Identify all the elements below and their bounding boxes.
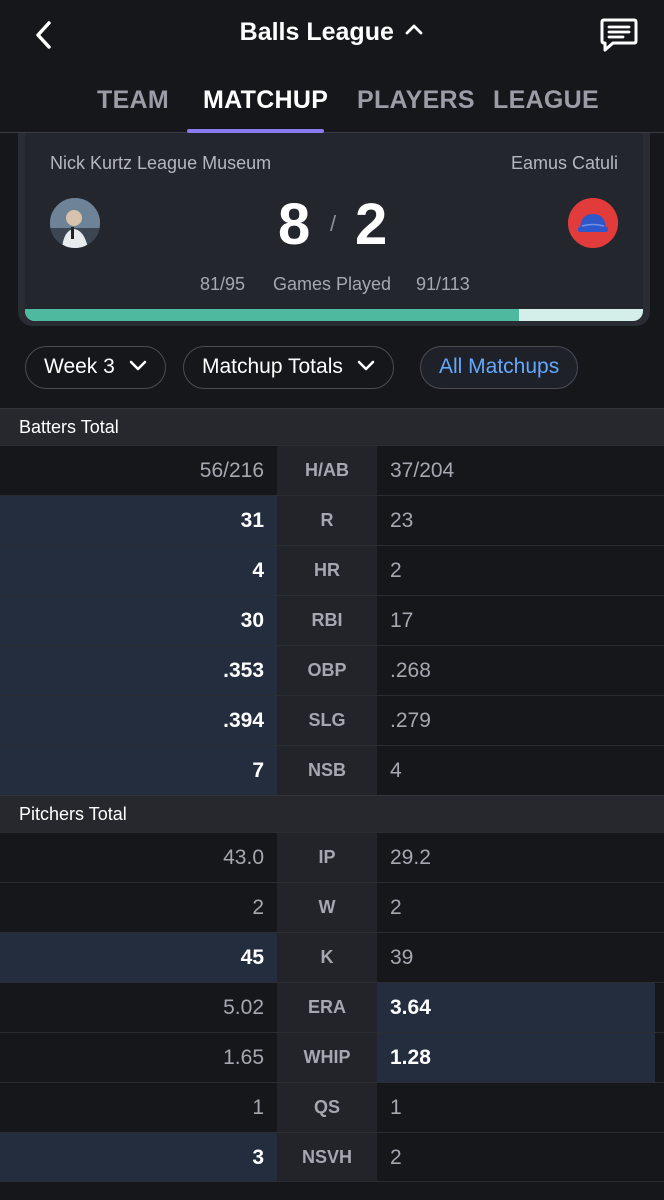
- right-stat-value: 29.2: [390, 846, 431, 869]
- chat-button[interactable]: [598, 14, 640, 56]
- stat-category-label: RBI: [277, 596, 377, 645]
- left-team-name: Nick Kurtz League Museum: [50, 153, 272, 173]
- stat-row-nsvh: 3 NSVH 2: [0, 1132, 664, 1182]
- chevron-up-icon: [405, 24, 423, 35]
- win-probability-bar: [25, 309, 643, 321]
- league-title: Balls League: [239, 18, 394, 46]
- left-stat-value: 1: [252, 1096, 264, 1119]
- left-team-avatar[interactable]: [50, 198, 100, 248]
- chat-bubble-icon: [600, 18, 638, 52]
- right-team-avatar[interactable]: [568, 198, 618, 248]
- right-stat-value: .279: [390, 709, 431, 732]
- left-games-played: 81/95: [200, 274, 246, 294]
- left-stat-value: 4: [0, 546, 277, 595]
- stat-category-label: H/AB: [277, 446, 377, 495]
- chevron-down-icon: [357, 360, 374, 371]
- stat-row-era: 5.02 ERA 3.64: [0, 982, 664, 1032]
- stat-row-hr: 4 HR 2: [0, 545, 664, 595]
- stat-row-hab: 56/216 H/AB 37/204: [0, 445, 664, 495]
- stat-row-qs: 1 QS 1: [0, 1082, 664, 1132]
- left-stat-value: 2: [252, 896, 264, 919]
- left-stat-value: 43.0: [223, 846, 264, 869]
- games-played-label: Games Played: [273, 274, 392, 294]
- left-stat-value: 45: [0, 933, 277, 982]
- right-stat-value: 2: [390, 1146, 402, 1169]
- stat-category-label: K: [277, 933, 377, 982]
- left-stat-value: 7: [0, 746, 277, 795]
- stat-category-label: IP: [277, 833, 377, 882]
- win-probability-fill: [25, 309, 520, 321]
- tab-matchup[interactable]: MATCHUP: [203, 86, 328, 115]
- left-stat-value: 30: [0, 596, 277, 645]
- left-stat-value: 31: [0, 496, 277, 545]
- table-end-divider: [0, 1181, 664, 1200]
- left-stat-value: .353: [0, 646, 277, 695]
- right-stat-value: 1: [390, 1096, 402, 1119]
- right-stat-value: 39: [390, 946, 414, 969]
- week-dropdown[interactable]: Week 3: [25, 346, 166, 389]
- left-stat-value: 1.65: [223, 1046, 264, 1069]
- stat-category-label: OBP: [277, 646, 377, 695]
- league-title-button[interactable]: Balls League: [0, 18, 664, 47]
- pitchers-section-header: Pitchers Total: [0, 795, 664, 832]
- score-card[interactable]: Nick Kurtz League Museum Eamus Catuli 8 …: [25, 133, 643, 321]
- stat-category-label: HR: [277, 546, 377, 595]
- right-stat-value: 17: [390, 609, 414, 632]
- right-stat-value: 4: [390, 759, 402, 782]
- stat-category-label: QS: [277, 1083, 377, 1132]
- stat-row-slg: .394 SLG .279: [0, 695, 664, 745]
- right-team-score: 2: [355, 192, 388, 257]
- right-team-name: Eamus Catuli: [510, 153, 618, 173]
- batters-section-header: Batters Total: [0, 408, 664, 445]
- stat-row-rbi: 30 RBI 17: [0, 595, 664, 645]
- stat-row-nsb: 7 NSB 4: [0, 745, 664, 795]
- tab-team[interactable]: TEAM: [97, 86, 169, 115]
- stat-row-r: 31 R 23: [0, 495, 664, 545]
- totals-dropdown[interactable]: Matchup Totals: [183, 346, 394, 389]
- right-stat-value: 23: [390, 509, 414, 532]
- right-stat-value: 37/204: [390, 459, 455, 482]
- top-bar: Balls League: [0, 0, 664, 70]
- chevron-down-icon: [129, 360, 146, 371]
- right-stat-value: .268: [390, 659, 431, 682]
- stat-category-label: SLG: [277, 696, 377, 745]
- stat-category-label: ERA: [277, 983, 377, 1032]
- left-team-score: 8: [278, 192, 311, 257]
- right-games-played: 91/113: [416, 274, 470, 294]
- totals-dropdown-label: Matchup Totals: [202, 355, 343, 378]
- tab-league[interactable]: LEAGUE: [493, 86, 599, 115]
- left-stat-value: 56/216: [199, 459, 264, 482]
- stat-category-label: NSB: [277, 746, 377, 795]
- stat-category-label: W: [277, 883, 377, 932]
- week-dropdown-label: Week 3: [44, 355, 115, 378]
- right-stat-value: 1.28: [377, 1033, 655, 1082]
- stat-row-ip: 43.0 IP 29.2: [0, 832, 664, 882]
- left-stat-value: 5.02: [223, 996, 264, 1019]
- tab-players[interactable]: PLAYERS: [357, 86, 475, 115]
- stat-row-w: 2W2: [0, 882, 664, 932]
- stat-row-obp: .353 OBP .268: [0, 645, 664, 695]
- stat-category-label: WHIP: [277, 1033, 377, 1082]
- stat-category-label: NSVH: [277, 1133, 377, 1182]
- stat-row-k: 45 K 39: [0, 932, 664, 982]
- right-stat-value: 3.64: [377, 983, 655, 1032]
- right-stat-value: 2: [390, 559, 402, 582]
- right-stat-value: 2: [390, 896, 402, 919]
- stat-category-label: R: [277, 496, 377, 545]
- all-matchups-button[interactable]: All Matchups: [420, 346, 579, 389]
- stat-row-whip: 1.65 WHIP 1.28: [0, 1032, 664, 1082]
- left-stat-value: 3: [0, 1133, 277, 1182]
- left-stat-value: .394: [0, 696, 277, 745]
- score-separator: /: [330, 211, 337, 236]
- tab-bar: TEAM MATCHUP PLAYERS LEAGUE: [0, 70, 664, 133]
